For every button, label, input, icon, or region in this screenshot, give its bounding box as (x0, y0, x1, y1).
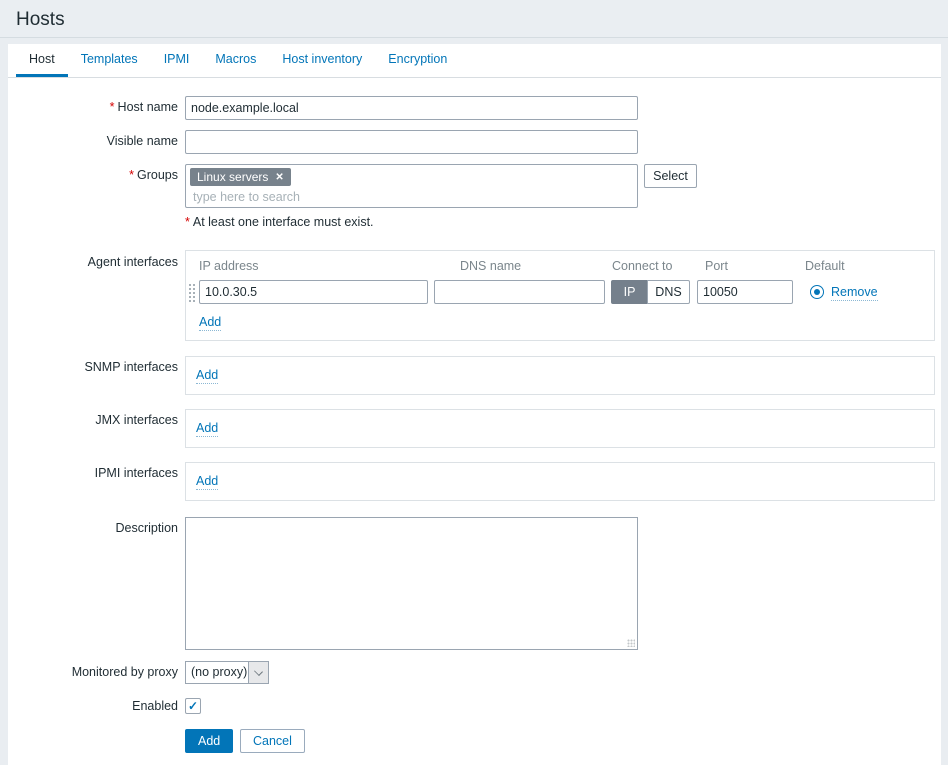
default-interface-radio[interactable] (810, 285, 824, 299)
visible-name-label: Visible name (0, 130, 178, 152)
tab-templates[interactable]: Templates (68, 44, 151, 77)
column-header-connect-to: Connect to (612, 259, 672, 273)
description-textarea[interactable] (185, 517, 638, 650)
snmp-interfaces-label: SNMP interfaces (0, 356, 178, 378)
tab-ipmi[interactable]: IPMI (151, 44, 203, 77)
agent-dns-input[interactable] (434, 280, 605, 304)
tab-host-inventory[interactable]: Host inventory (269, 44, 375, 77)
column-header-ip: IP address (199, 259, 259, 273)
groups-multiselect[interactable]: Linux servers ✕ (185, 164, 638, 208)
connect-dns-option[interactable]: DNS (647, 280, 690, 304)
connect-to-toggle: IP DNS (611, 280, 690, 304)
agent-port-input[interactable] (697, 280, 793, 304)
groups-label: *Groups (0, 164, 178, 186)
tab-bar: Host Templates IPMI Macros Host inventor… (8, 44, 941, 78)
tab-macros[interactable]: Macros (202, 44, 269, 77)
proxy-label: Monitored by proxy (0, 661, 178, 683)
checkmark-icon: ✓ (188, 699, 198, 713)
jmx-add-link[interactable]: Add (196, 421, 218, 437)
snmp-add-link[interactable]: Add (196, 368, 218, 384)
description-field-wrap (185, 517, 638, 650)
chevron-down-icon[interactable] (248, 662, 268, 683)
column-header-port: Port (705, 259, 728, 273)
enabled-checkbox[interactable]: ✓ (185, 698, 201, 714)
agent-ip-input[interactable] (199, 280, 428, 304)
cancel-button[interactable]: Cancel (240, 729, 305, 753)
host-name-label: *Host name (0, 96, 178, 118)
host-name-input[interactable] (185, 96, 638, 120)
groups-select-button[interactable]: Select (644, 164, 697, 188)
agent-interfaces-label: Agent interfaces (0, 251, 178, 273)
page-header: Hosts (0, 0, 948, 38)
jmx-interfaces-label: JMX interfaces (0, 409, 178, 431)
drag-handle-icon[interactable] (188, 283, 196, 302)
snmp-interfaces-box (185, 356, 935, 395)
jmx-interfaces-box (185, 409, 935, 448)
ipmi-interfaces-label: IPMI interfaces (0, 462, 178, 484)
interface-note: *At least one interface must exist. (185, 215, 374, 229)
ipmi-interfaces-box (185, 462, 935, 501)
connect-ip-option[interactable]: IP (611, 280, 648, 304)
required-asterisk: * (129, 168, 134, 182)
page-title: Hosts (16, 9, 65, 31)
groups-search-input[interactable] (193, 188, 493, 206)
ipmi-add-link[interactable]: Add (196, 474, 218, 490)
group-chip: Linux servers ✕ (190, 168, 291, 186)
column-header-dns: DNS name (460, 259, 521, 273)
close-icon[interactable]: ✕ (275, 172, 283, 183)
radio-dot (814, 289, 820, 295)
enabled-label: Enabled (0, 695, 178, 717)
group-chip-label: Linux servers (197, 170, 268, 184)
required-asterisk: * (185, 215, 190, 229)
required-asterisk: * (110, 100, 115, 114)
proxy-select[interactable]: (no proxy) (185, 661, 269, 684)
remove-interface-link[interactable]: Remove (831, 285, 878, 301)
proxy-select-value: (no proxy) (186, 662, 248, 683)
visible-name-input[interactable] (185, 130, 638, 154)
tab-host[interactable]: Host (16, 44, 68, 77)
column-header-default: Default (805, 259, 845, 273)
add-host-button[interactable]: Add (185, 729, 233, 753)
description-label: Description (0, 517, 178, 539)
agent-add-link[interactable]: Add (199, 315, 221, 331)
tab-encryption[interactable]: Encryption (375, 44, 460, 77)
